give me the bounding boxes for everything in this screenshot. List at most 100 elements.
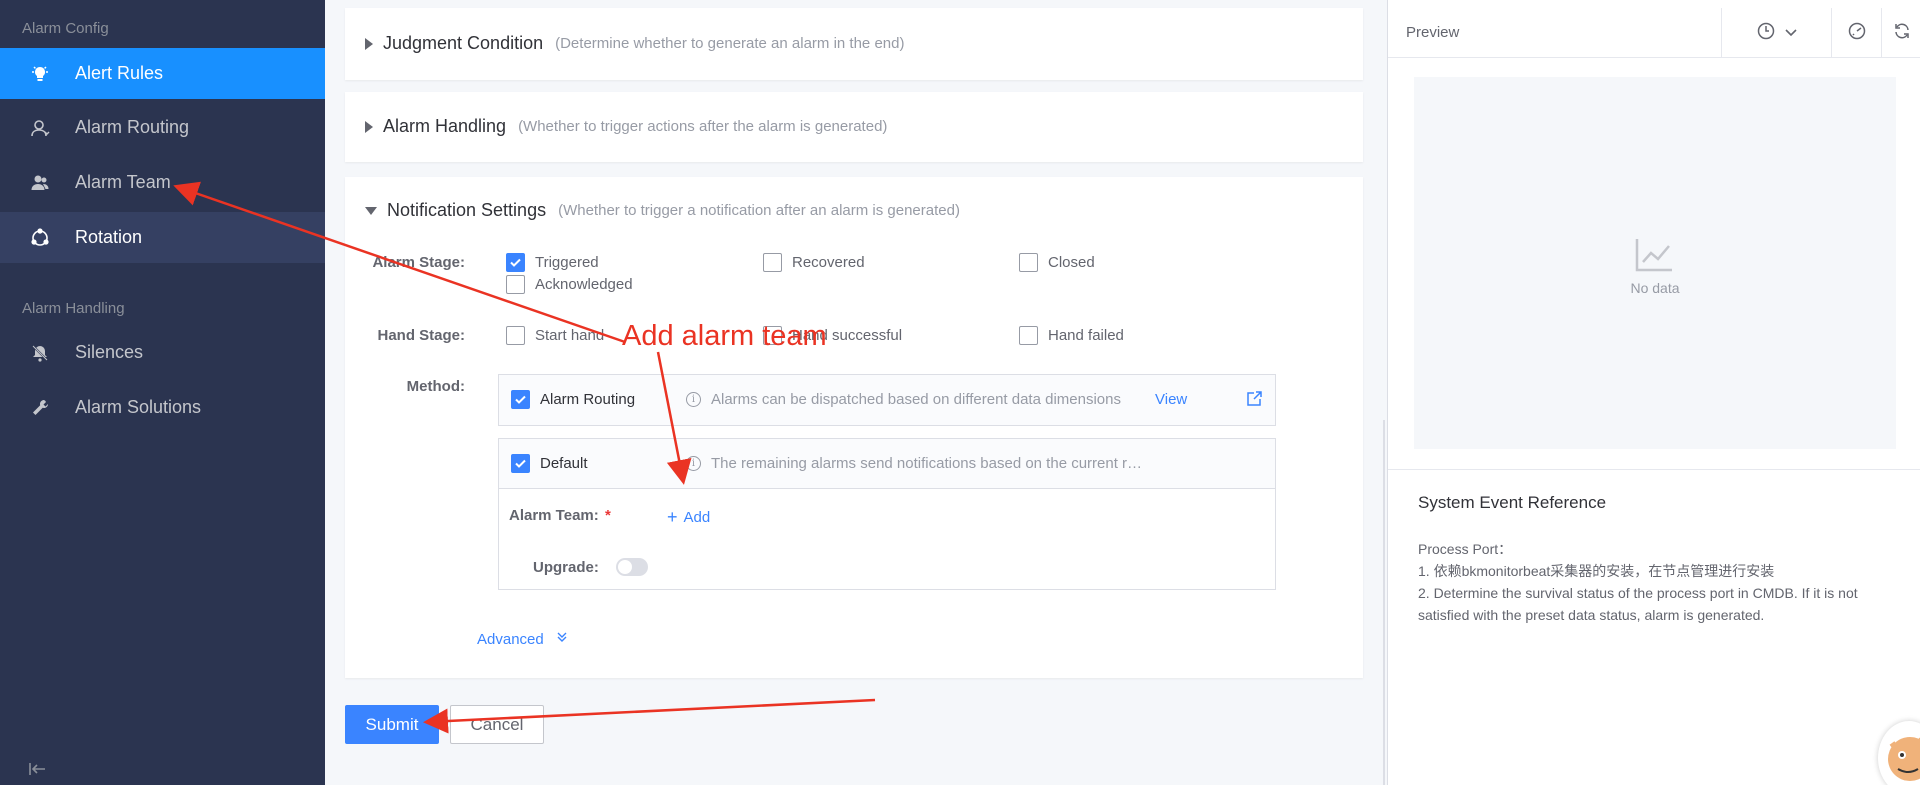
- auto-refresh-button[interactable]: [1831, 8, 1881, 58]
- bell-off-icon: [26, 343, 54, 363]
- sidebar-item-label: Alarm Routing: [75, 117, 190, 137]
- judgment-condition-header[interactable]: Judgment Condition (Determine whether to…: [365, 33, 904, 54]
- chevron-down-icon: [1784, 24, 1797, 42]
- default-hint: i The remaining alarms send notification…: [686, 455, 1142, 472]
- alarm-handling-card[interactable]: Alarm Handling (Whether to trigger actio…: [345, 92, 1363, 162]
- checkbox-label: Hand failed: [1048, 327, 1124, 344]
- preview-title: Preview: [1406, 24, 1460, 41]
- section-title: Alarm Handling: [383, 116, 507, 136]
- sidebar-group-alarm-handling: Alarm Handling: [22, 300, 125, 317]
- wrench-icon: [26, 398, 54, 418]
- clock-icon: [1757, 22, 1775, 45]
- sidebar-item-alarm-solutions[interactable]: Alarm Solutions: [0, 382, 325, 433]
- checkbox-box: [1019, 326, 1038, 345]
- time-range-dropdown[interactable]: [1721, 8, 1831, 58]
- section-title: Notification Settings: [387, 200, 547, 220]
- annotation-text: Add alarm team: [622, 320, 827, 352]
- checkbox-acknowledged[interactable]: Acknowledged: [506, 275, 633, 294]
- panel-divider: [1388, 469, 1920, 470]
- gauge-icon: [1848, 22, 1866, 45]
- team-icon: [26, 173, 54, 193]
- advanced-toggle[interactable]: Advanced: [477, 630, 568, 648]
- info-icon: i: [686, 392, 701, 407]
- alarm-team-label-text: Alarm Team:: [509, 507, 599, 524]
- checkbox-label: Default: [540, 455, 588, 472]
- checkbox-checked-icon: [511, 454, 530, 473]
- refresh-button[interactable]: [1881, 8, 1920, 58]
- alarm-team-label: Alarm Team: *: [509, 507, 611, 524]
- required-mark: *: [604, 507, 611, 524]
- reference-line: 1. 依赖bkmonitorbeat采集器的安装，在节点管理进行安装: [1418, 563, 1775, 579]
- method-alarm-routing-row: Alarm Routing i Alarms can be dispatched…: [498, 374, 1276, 426]
- section-title: Judgment Condition: [383, 33, 544, 53]
- cancel-button[interactable]: Cancel: [450, 705, 544, 744]
- main-content: Judgment Condition (Determine whether to…: [325, 0, 1385, 785]
- bulb-icon: [26, 64, 54, 84]
- refresh-icon: [1893, 22, 1911, 45]
- checkbox-recovered[interactable]: Recovered: [763, 253, 865, 272]
- sidebar-item-label: Alert Rules: [75, 63, 164, 83]
- checkbox-box: [506, 275, 525, 294]
- checkbox-label: Triggered: [535, 254, 599, 271]
- sidebar-item-silences[interactable]: Silences: [0, 327, 325, 378]
- sidebar: Alarm Config Alert Rules Alarm Routing A…: [0, 0, 325, 785]
- upgrade-label: Upgrade:: [533, 559, 599, 576]
- alarm-stage-label: Alarm Stage:: [372, 254, 465, 271]
- add-label: Add: [683, 509, 711, 526]
- checkbox-triggered[interactable]: Triggered: [506, 253, 599, 272]
- sidebar-item-alarm-routing[interactable]: Alarm Routing: [0, 102, 325, 153]
- sidebar-item-label: Rotation: [75, 227, 143, 247]
- sidebar-item-alert-rules[interactable]: Alert Rules: [0, 48, 325, 99]
- scrollbar[interactable]: [1383, 420, 1385, 785]
- checkbox-box: [506, 326, 525, 345]
- method-default-row: Default i The remaining alarms send noti…: [499, 439, 1275, 489]
- sidebar-item-label: Alarm Team: [75, 172, 171, 192]
- section-desc: (Whether to trigger actions after the al…: [518, 118, 888, 135]
- add-alarm-team-button[interactable]: + Add: [667, 507, 710, 528]
- reference-text: Process Port： 1. 依赖bkmonitorbeat采集器的安装，在…: [1418, 538, 1898, 626]
- view-link[interactable]: View: [1155, 391, 1187, 408]
- preview-header: Preview: [1388, 8, 1920, 58]
- notification-settings-header[interactable]: Notification Settings (Whether to trigge…: [365, 200, 960, 221]
- checkbox-checked-icon: [506, 253, 525, 272]
- sidebar-item-alarm-team[interactable]: Alarm Team: [0, 157, 325, 208]
- method-default-panel: Default i The remaining alarms send noti…: [498, 438, 1276, 590]
- upgrade-toggle[interactable]: [616, 558, 648, 576]
- checkbox-checked-icon: [511, 390, 530, 409]
- routing-hint: i Alarms can be dispatched based on diff…: [686, 391, 1121, 408]
- checkbox-default[interactable]: Default: [511, 454, 588, 473]
- checkbox-hand-failed[interactable]: Hand failed: [1019, 326, 1124, 345]
- method-label: Method:: [406, 378, 465, 395]
- sidebar-item-label: Alarm Solutions: [75, 397, 202, 417]
- preview-chart-area: No data: [1414, 77, 1896, 449]
- checkbox-box: [1019, 253, 1038, 272]
- double-chevron-down-icon: [556, 630, 568, 648]
- sidebar-item-label: Silences: [75, 342, 144, 362]
- sidebar-item-rotation[interactable]: Rotation: [0, 212, 325, 263]
- checkbox-label: Acknowledged: [535, 276, 633, 293]
- hand-stage-label: Hand Stage:: [377, 327, 465, 344]
- preview-panel: Preview No data System Event Reference P…: [1387, 0, 1920, 785]
- advanced-label: Advanced: [477, 630, 544, 648]
- user-route-icon: [26, 118, 54, 138]
- external-link-icon[interactable]: [1246, 390, 1263, 412]
- expand-right-icon: [365, 120, 373, 133]
- section-desc: (Determine whether to generate an alarm …: [555, 35, 905, 52]
- collapse-sidebar-icon[interactable]: [28, 761, 48, 777]
- checkbox-start-hand[interactable]: Start hand: [506, 326, 604, 345]
- checkbox-closed[interactable]: Closed: [1019, 253, 1095, 272]
- rotation-icon: [26, 227, 54, 249]
- alarm-handling-header[interactable]: Alarm Handling (Whether to trigger actio…: [365, 116, 887, 137]
- judgment-condition-card[interactable]: Judgment Condition (Determine whether to…: [345, 8, 1363, 80]
- info-icon: i: [686, 456, 701, 471]
- expand-down-icon: [365, 206, 377, 215]
- hint-text: Alarms can be dispatched based on differ…: [711, 391, 1121, 408]
- notification-settings-card: Notification Settings (Whether to trigge…: [345, 177, 1363, 678]
- checkbox-box: [763, 253, 782, 272]
- checkbox-label: Alarm Routing: [540, 391, 636, 408]
- checkbox-alarm-routing[interactable]: Alarm Routing: [511, 390, 635, 409]
- reference-line: Process Port：: [1418, 541, 1513, 557]
- submit-button[interactable]: Submit: [345, 705, 439, 744]
- no-data-text: No data: [1630, 280, 1680, 296]
- assistant-mascot-icon[interactable]: [1878, 721, 1920, 785]
